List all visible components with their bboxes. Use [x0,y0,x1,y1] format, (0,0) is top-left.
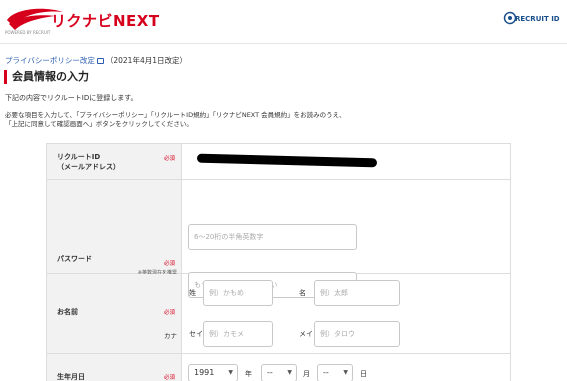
mei-input[interactable]: 例）太郎 [314,280,400,306]
email-label-cell: リクルートID （メールアドレス） 必須 [47,144,182,179]
email-row: リクルートID （メールアドレス） 必須 [47,144,510,180]
recruit-id-text: RECRUIT ID [515,15,560,23]
birthday-row: 生年月日 必須 1991 ▼ 年 -- ▼ 月 -- ▼ 日 [47,354,510,381]
sei-input[interactable]: 例）かもめ [203,280,273,306]
email-label-sub: （メールアドレス） [57,163,120,171]
chevron-down-icon: ▼ [343,369,348,376]
rikunabi-next-logo[interactable]: リクナビNEXT POWERED BY RECRUIT [5,6,159,36]
kana-tag: カナ [164,332,177,340]
intro-text: 下記の内容でリクルートIDに登録します。 [5,94,138,102]
password-input[interactable]: 6〜20桁の半角英数字 [188,224,357,250]
required-badge: 必須 [164,375,176,381]
birthday-label: 生年月日 [57,373,85,381]
month-unit: 月 [303,370,310,378]
site-header: リクナビNEXT POWERED BY RECRUIT RECRUIT ID [0,0,567,44]
birth-year-value: 1991 [194,368,215,377]
mei-label: 名 [299,289,306,297]
password-label: パスワード [57,255,92,263]
birth-month-select[interactable]: -- ▼ [261,364,297,381]
page-title: 会員情報の入力 [4,70,89,84]
birth-day-select[interactable]: -- ▼ [317,364,353,381]
mei-kana-label: メイ [299,330,313,338]
redacted-email-value [196,153,378,168]
sei-label: 姓 [189,289,196,297]
privacy-policy-notice: プライバシーポリシー改定 （2021年4月1日改定） [5,55,187,66]
birthday-label-cell: 生年月日 必須 [47,354,182,381]
recruit-id-logo: RECRUIT ID [503,11,563,31]
instruction-line-2: 「上記に同意して確認画面へ」ボタンをクリックしてください。 [5,120,193,128]
day-unit: 日 [360,370,367,378]
policy-revision-date: （2021年4月1日改定） [105,56,187,65]
chevron-down-icon: ▼ [287,369,292,376]
required-badge: 必須 [164,156,176,162]
chevron-down-icon: ▼ [228,369,233,376]
birth-month-value: -- [267,368,273,377]
required-badge: 必須 [164,261,176,267]
required-badge: 必須 [164,310,176,316]
password-row: パスワード 必須 ※英数混在を推奨 6〜20桁の半角英数字 もう一度入力してくだ… [47,180,510,298]
privacy-policy-link[interactable]: プライバシーポリシー改定 [5,56,95,65]
year-unit: 年 [245,370,252,378]
email-label: リクルートID [57,153,101,161]
sei-kana-input[interactable]: 例）カモメ [203,321,273,347]
logo-text: リクナビNEXT [51,12,160,30]
name-label-cell: お名前 必須 カナ [47,274,182,353]
mei-kana-input[interactable]: 例）タロウ [314,321,400,347]
external-window-icon [96,58,104,64]
birth-year-select[interactable]: 1991 ▼ [188,364,238,381]
password-label-cell: パスワード 必須 ※英数混在を推奨 [47,180,182,276]
member-info-form: リクルートID （メールアドレス） 必須 パスワード 必須 ※英数混在を推奨 6… [46,143,511,381]
birth-day-value: -- [323,368,329,377]
name-row: お名前 必須 カナ 姓 例）かもめ 名 例）太郎 セイ 例）カモメ メイ 例）タ… [47,274,510,354]
logo-subtext: POWERED BY RECRUIT [5,30,51,35]
name-label: お名前 [57,308,78,316]
sei-kana-label: セイ [189,330,203,338]
